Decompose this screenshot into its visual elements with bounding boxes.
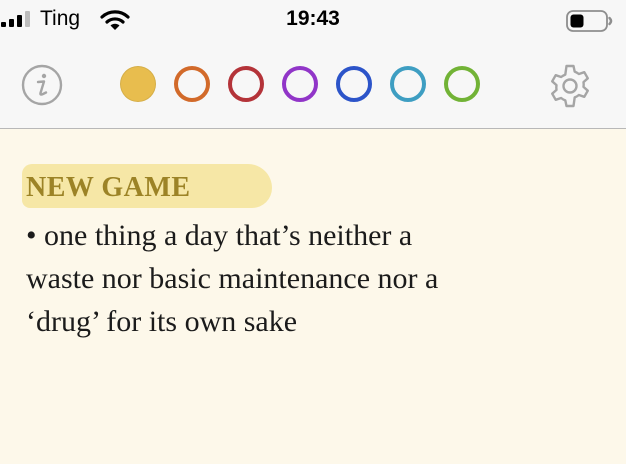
gear-icon[interactable] (546, 62, 594, 110)
note-line: • one thing a day that’s neither a (26, 219, 413, 252)
battery-icon (566, 10, 613, 32)
color-swatch-blue[interactable] (336, 66, 372, 102)
color-swatch-yellow[interactable] (120, 66, 156, 102)
color-swatch-teal[interactable] (390, 66, 426, 102)
color-swatch-red[interactable] (228, 66, 264, 102)
note-line: waste nor basic maintenance nor a (26, 262, 439, 295)
note-editor[interactable]: NEW GAME • one thing a day that’s neithe… (0, 130, 626, 464)
color-swatch-green[interactable] (444, 66, 480, 102)
color-swatch-purple[interactable] (282, 66, 318, 102)
note-title: NEW GAME (26, 172, 191, 203)
note-line: ‘drug’ for its own sake (26, 305, 298, 338)
info-icon[interactable] (20, 63, 64, 107)
color-swatch-orange[interactable] (174, 66, 210, 102)
toolbar (0, 44, 626, 129)
status-bar: Ting 19:43 (0, 0, 626, 44)
note-body: • one thing a day that’s neither a waste… (26, 214, 606, 343)
status-clock: 19:43 (286, 7, 340, 30)
